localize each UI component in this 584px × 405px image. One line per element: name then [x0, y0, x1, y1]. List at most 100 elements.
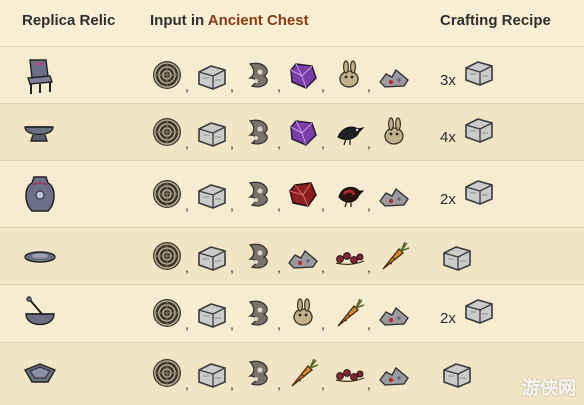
- crafting-recipe: 3x: [440, 58, 520, 94]
- thulecite-icon-svg: [198, 184, 226, 209]
- item-separator: ,: [185, 376, 189, 392]
- relic-plate-icon-svg: [24, 251, 56, 263]
- item-separator: ,: [277, 376, 281, 392]
- table-row: ,,,,, 3x: [0, 46, 584, 104]
- thulecite-icon: [195, 177, 229, 211]
- nightmare-fuel-icon-svg: [153, 242, 181, 270]
- table-row: ,,,,,: [0, 227, 584, 285]
- item-separator: ,: [277, 316, 281, 332]
- item-separator: ,: [321, 316, 325, 332]
- nightmare-fuel-icon-svg: [153, 359, 181, 387]
- thulecite-icon: [462, 173, 496, 207]
- nightmare-fuel-icon: [150, 115, 184, 149]
- rocks-icon: [286, 239, 320, 273]
- shadow-essence-icon: [242, 296, 276, 330]
- item-separator: ,: [367, 197, 371, 213]
- item-separator: ,: [230, 78, 234, 94]
- item-separator: ,: [230, 197, 234, 213]
- thulecite-icon: [195, 356, 229, 390]
- input-items: ,,,,,: [150, 58, 420, 94]
- rocks-icon-svg: [379, 307, 409, 326]
- table-header: Replica Relic Input in Ancient Chest Cra…: [0, 0, 584, 46]
- item-separator: ,: [230, 135, 234, 151]
- crafting-recipe: 2x: [440, 296, 520, 332]
- relic-bowl-icon-svg: [24, 126, 54, 142]
- purple-gem-icon: [286, 115, 320, 149]
- crafting-recipe: 2x: [440, 177, 520, 213]
- nightmare-fuel-icon-svg: [153, 118, 181, 146]
- thulecite-icon-svg: [198, 303, 226, 328]
- rabbit-icon: [332, 58, 366, 92]
- item-separator: ,: [185, 197, 189, 213]
- item-separator: ,: [321, 197, 325, 213]
- rabbit-icon: [286, 296, 320, 330]
- thulecite-icon-svg: [443, 363, 471, 388]
- relic-bowl-spoon-icon: [22, 294, 58, 334]
- relic-crafting-table: Replica Relic Input in Ancient Chest Cra…: [0, 0, 584, 405]
- berries-icon: [332, 356, 366, 390]
- relic-vase-icon-svg: [25, 176, 55, 212]
- rocks-icon-svg: [379, 367, 409, 386]
- shadow-essence-icon-svg: [248, 119, 268, 145]
- thulecite-icon-svg: [198, 246, 226, 271]
- header-input: Input in Ancient Chest: [150, 12, 309, 29]
- thulecite-icon: [440, 356, 474, 390]
- header-input-prefix: Input in: [150, 12, 208, 29]
- watermark: 游侠网: [522, 378, 576, 398]
- thulecite-icon-svg: [198, 363, 226, 388]
- rabbit-icon: [377, 115, 411, 149]
- shadow-essence-icon: [242, 177, 276, 211]
- shadow-essence-icon: [242, 356, 276, 390]
- nightmare-fuel-icon-svg: [153, 180, 181, 208]
- item-separator: ,: [321, 259, 325, 275]
- input-items: ,,,,,: [150, 115, 420, 151]
- red-gem-icon-svg: [289, 182, 317, 207]
- shadow-essence-icon-svg: [248, 181, 268, 207]
- nightmare-fuel-icon: [150, 58, 184, 92]
- berries-icon: [332, 239, 366, 273]
- relic-vase-icon: [22, 175, 58, 215]
- item-separator: ,: [367, 259, 371, 275]
- item-separator: ,: [185, 135, 189, 151]
- purple-gem-icon: [286, 58, 320, 92]
- crafting-recipe: [440, 239, 520, 275]
- item-separator: ,: [277, 78, 281, 94]
- purple-gem-icon-svg: [290, 63, 317, 89]
- relic-chair-icon-svg: [27, 59, 53, 94]
- item-separator: ,: [367, 135, 371, 151]
- header-replica-relic: Replica Relic: [22, 12, 116, 29]
- relic-bowl-spoon-icon-svg: [25, 296, 55, 326]
- carrot-icon-svg: [382, 241, 410, 270]
- berries-icon-svg: [335, 252, 365, 265]
- rocks-icon-svg: [379, 69, 409, 88]
- table-row: ,,,,,: [0, 342, 584, 405]
- table-row: ,,,,, 4x: [0, 103, 584, 161]
- item-separator: ,: [185, 316, 189, 332]
- nightmare-fuel-icon: [150, 296, 184, 330]
- rocks-icon: [377, 356, 411, 390]
- table-row: ,,,,, 2x: [0, 284, 584, 343]
- item-separator: ,: [185, 78, 189, 94]
- shadow-essence-icon: [242, 239, 276, 273]
- thulecite-icon: [462, 111, 496, 145]
- rocks-icon: [377, 177, 411, 211]
- item-separator: ,: [230, 259, 234, 275]
- thulecite-icon-svg: [465, 118, 493, 143]
- rabbit-icon-svg: [339, 60, 359, 88]
- rocks-icon: [377, 296, 411, 330]
- thulecite-icon-svg: [198, 65, 226, 90]
- thulecite-icon: [195, 58, 229, 92]
- item-separator: ,: [367, 78, 371, 94]
- shadow-essence-icon-svg: [248, 243, 268, 269]
- item-separator: ,: [277, 197, 281, 213]
- input-items: ,,,,,: [150, 177, 420, 213]
- rocks-icon-svg: [379, 188, 409, 207]
- input-items: ,,,,,: [150, 296, 420, 332]
- purple-gem-icon-svg: [290, 120, 317, 146]
- recipe-count: 2x: [440, 310, 456, 327]
- carrot-icon-svg: [291, 358, 319, 387]
- crow-icon-svg: [337, 126, 365, 146]
- carrot-icon-svg: [337, 298, 365, 327]
- relic-dish-icon: [22, 354, 58, 394]
- relic-chair-icon: [22, 56, 58, 96]
